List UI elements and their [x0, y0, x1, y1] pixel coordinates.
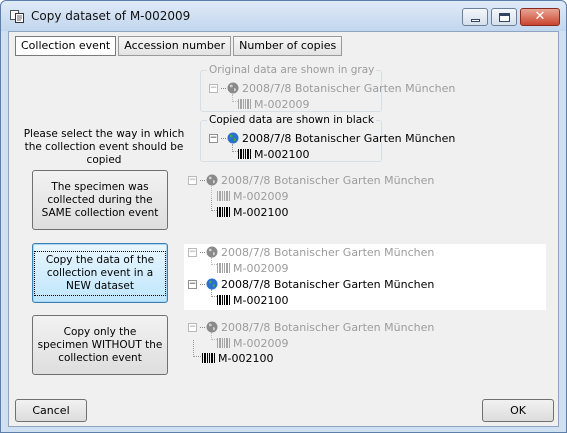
collapse-icon[interactable]: −	[209, 133, 218, 143]
barcode-icon	[217, 338, 230, 348]
collapse-icon[interactable]: −	[209, 83, 218, 93]
cancel-button[interactable]: Cancel	[15, 399, 87, 422]
window-title: Copy dataset of M-002009	[31, 9, 191, 23]
specimen-label: M-002100	[233, 205, 289, 219]
without-event-label: Copy only the specimen WITHOUT the colle…	[37, 325, 163, 364]
tree-dots	[221, 87, 226, 89]
tab-collection-event[interactable]: Collection event	[15, 36, 117, 56]
without-event-preview-event: − 2008/7/8 Botanischer Garten München	[188, 320, 434, 334]
barcode-icon	[217, 295, 230, 305]
tab-accession-number[interactable]: Accession number	[118, 36, 232, 56]
ok-button[interactable]: OK	[482, 399, 554, 422]
copy-dataset-icon	[10, 10, 24, 23]
collapse-icon[interactable]: −	[188, 175, 197, 185]
specimen-label: M-002009	[233, 189, 289, 203]
instruction-text: Please select the way in which the colle…	[23, 128, 185, 166]
event-label: 2008/7/8 Botanischer Garten München	[221, 245, 435, 259]
minimize-button[interactable]	[462, 8, 488, 26]
new-event-preview-original-event: − 2008/7/8 Botanischer Garten München	[188, 245, 434, 259]
specimen-label: M-002009	[254, 97, 310, 111]
tree-dots	[200, 251, 205, 253]
dialog-body: Collection event Accession number Number…	[8, 31, 559, 427]
event-label: 2008/7/8 Botanischer Garten München	[242, 131, 456, 145]
globe-icon	[206, 174, 218, 186]
specimen-label: M-002009	[233, 336, 289, 350]
barcode-icon	[217, 207, 230, 217]
collapse-icon[interactable]: −	[188, 322, 197, 332]
new-event-preview-original: M-002009	[217, 261, 288, 275]
same-event-button[interactable]: The specimen was collected during the SA…	[32, 170, 168, 230]
barcode-icon	[238, 99, 251, 109]
without-event-button[interactable]: Copy only the specimen WITHOUT the colle…	[32, 315, 168, 375]
globe-icon	[206, 278, 218, 290]
without-event-preview-copy: M-002100	[202, 351, 273, 365]
collapse-icon[interactable]: −	[188, 279, 197, 289]
specimen-label: M-002100	[218, 351, 274, 365]
event-label: 2008/7/8 Botanischer Garten München	[242, 81, 456, 95]
new-event-preview-copied-event: − 2008/7/8 Botanischer Garten München	[188, 277, 434, 291]
same-event-preview-copy: M-002100	[217, 205, 288, 219]
same-event-preview-event: − 2008/7/8 Botanischer Garten München	[188, 173, 434, 187]
without-event-preview-original: M-002009	[217, 336, 288, 350]
copied-legend-label: Copied data are shown in black	[207, 113, 377, 127]
tree-connector	[193, 340, 201, 357]
globe-icon	[206, 321, 218, 333]
legend-original-specimen: M-002009	[238, 97, 309, 111]
globe-icon	[206, 246, 218, 258]
tab-number-of-copies[interactable]: Number of copies	[233, 36, 343, 56]
new-event-preview-copy: M-002100	[217, 293, 288, 307]
barcode-icon	[202, 353, 215, 363]
tree-dots	[200, 326, 205, 328]
specimen-label: M-002100	[254, 147, 310, 161]
same-event-label: The specimen was collected during the SA…	[41, 180, 159, 219]
title-bar[interactable]: Copy dataset of M-002009 ✕	[1, 1, 566, 31]
tab-strip: Collection event Accession number Number…	[15, 36, 343, 56]
tree-dots	[200, 179, 205, 181]
dialog-window: Copy dataset of M-002009 ✕ Collection ev…	[0, 0, 567, 433]
minimize-icon	[470, 18, 480, 22]
legend-original-event: − 2008/7/8 Botanischer Garten München	[209, 81, 455, 95]
globe-icon	[227, 82, 239, 94]
specimen-label: M-002009	[233, 261, 289, 275]
original-legend-label: Original data are shown in gray	[207, 63, 377, 77]
close-button[interactable]: ✕	[520, 8, 560, 26]
event-label: 2008/7/8 Botanischer Garten München	[221, 277, 435, 291]
globe-icon	[227, 132, 239, 144]
collapse-icon[interactable]: −	[188, 247, 197, 257]
legend-copied-specimen: M-002100	[238, 147, 309, 161]
same-event-preview-original: M-002009	[217, 189, 288, 203]
maximize-icon	[498, 12, 510, 22]
tree-dots	[221, 137, 226, 139]
tree-dots	[200, 283, 205, 285]
event-label: 2008/7/8 Botanischer Garten München	[221, 173, 435, 187]
maximize-button[interactable]	[491, 8, 517, 26]
legend-copied-event: − 2008/7/8 Botanischer Garten München	[209, 131, 455, 145]
close-icon: ✕	[534, 9, 546, 24]
new-event-label: Copy the data of the collection event in…	[34, 250, 166, 296]
new-event-button[interactable]: Copy the data of the collection event in…	[32, 243, 168, 303]
barcode-icon	[238, 149, 251, 159]
barcode-icon	[217, 191, 230, 201]
barcode-icon	[217, 263, 230, 273]
specimen-label: M-002100	[233, 293, 289, 307]
event-label: 2008/7/8 Botanischer Garten München	[221, 320, 435, 334]
